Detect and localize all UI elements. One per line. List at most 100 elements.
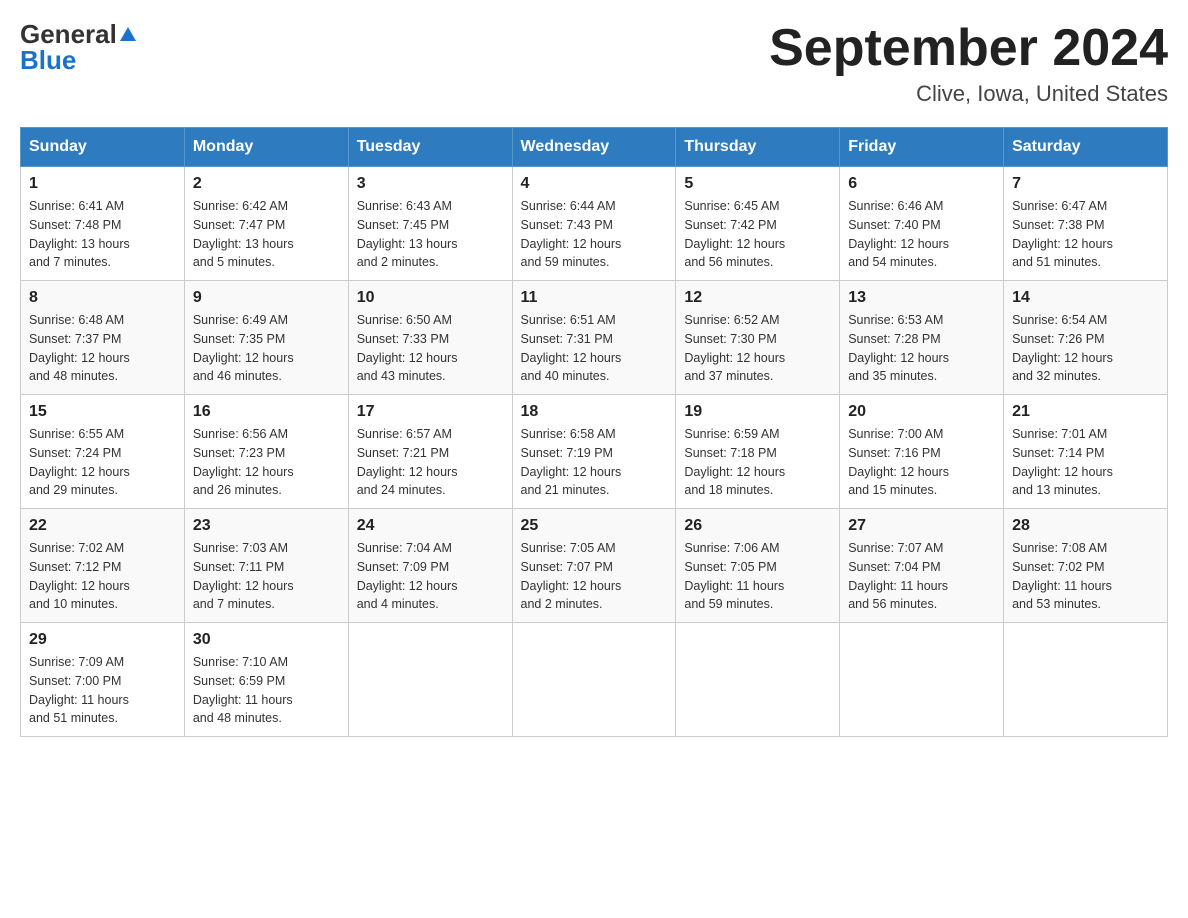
day-number: 8 <box>29 289 176 307</box>
day-info: Sunrise: 6:48 AM Sunset: 7:37 PM Dayligh… <box>29 311 176 386</box>
day-info: Sunrise: 6:58 AM Sunset: 7:19 PM Dayligh… <box>521 425 668 500</box>
day-info: Sunrise: 6:53 AM Sunset: 7:28 PM Dayligh… <box>848 311 995 386</box>
day-info: Sunrise: 7:02 AM Sunset: 7:12 PM Dayligh… <box>29 539 176 614</box>
calendar-cell: 19 Sunrise: 6:59 AM Sunset: 7:18 PM Dayli… <box>676 395 840 509</box>
day-info: Sunrise: 7:03 AM Sunset: 7:11 PM Dayligh… <box>193 539 340 614</box>
calendar-cell: 11 Sunrise: 6:51 AM Sunset: 7:31 PM Dayli… <box>512 281 676 395</box>
col-header-monday: Monday <box>184 128 348 167</box>
calendar-cell <box>348 623 512 737</box>
day-number: 9 <box>193 289 340 307</box>
day-info: Sunrise: 6:43 AM Sunset: 7:45 PM Dayligh… <box>357 197 504 272</box>
calendar-cell: 1 Sunrise: 6:41 AM Sunset: 7:48 PM Daylig… <box>21 167 185 281</box>
title-area: September 2024 Clive, Iowa, United State… <box>769 20 1168 107</box>
calendar-cell: 24Sunrise: 7:04 AM Sunset: 7:09 PM Dayli… <box>348 509 512 623</box>
calendar-cell: 22 Sunrise: 7:02 AM Sunset: 7:12 PM Dayli… <box>21 509 185 623</box>
calendar-cell: 14Sunrise: 6:54 AM Sunset: 7:26 PM Dayli… <box>1004 281 1168 395</box>
calendar-cell: 6 Sunrise: 6:46 AM Sunset: 7:40 PM Daylig… <box>840 167 1004 281</box>
day-number: 2 <box>193 175 340 193</box>
logo-blue: Blue <box>20 45 76 75</box>
calendar-table: SundayMondayTuesdayWednesdayThursdayFrid… <box>20 127 1168 737</box>
day-number: 12 <box>684 289 831 307</box>
day-info: Sunrise: 6:51 AM Sunset: 7:31 PM Dayligh… <box>521 311 668 386</box>
calendar-cell: 13 Sunrise: 6:53 AM Sunset: 7:28 PM Dayli… <box>840 281 1004 395</box>
calendar-cell: 16 Sunrise: 6:56 AM Sunset: 7:23 PM Dayli… <box>184 395 348 509</box>
calendar-cell: 5 Sunrise: 6:45 AM Sunset: 7:42 PM Daylig… <box>676 167 840 281</box>
day-number: 30 <box>193 631 340 649</box>
day-number: 17 <box>357 403 504 421</box>
day-number: 7 <box>1012 175 1159 193</box>
day-info: Sunrise: 6:55 AM Sunset: 7:24 PM Dayligh… <box>29 425 176 500</box>
calendar-cell <box>1004 623 1168 737</box>
day-info: Sunrise: 7:06 AM Sunset: 7:05 PM Dayligh… <box>684 539 831 614</box>
day-info: Sunrise: 6:41 AM Sunset: 7:48 PM Dayligh… <box>29 197 176 272</box>
day-info: Sunrise: 7:00 AM Sunset: 7:16 PM Dayligh… <box>848 425 995 500</box>
calendar-header-row: SundayMondayTuesdayWednesdayThursdayFrid… <box>21 128 1168 167</box>
day-number: 21 <box>1012 403 1159 421</box>
location-title: Clive, Iowa, United States <box>769 81 1168 107</box>
day-info: Sunrise: 6:44 AM Sunset: 7:43 PM Dayligh… <box>521 197 668 272</box>
calendar-cell <box>676 623 840 737</box>
calendar-cell: 7 Sunrise: 6:47 AM Sunset: 7:38 PM Daylig… <box>1004 167 1168 281</box>
day-number: 23 <box>193 517 340 535</box>
day-number: 22 <box>29 517 176 535</box>
col-header-sunday: Sunday <box>21 128 185 167</box>
day-info: Sunrise: 6:46 AM Sunset: 7:40 PM Dayligh… <box>848 197 995 272</box>
day-number: 16 <box>193 403 340 421</box>
day-info: Sunrise: 6:45 AM Sunset: 7:42 PM Dayligh… <box>684 197 831 272</box>
col-header-friday: Friday <box>840 128 1004 167</box>
calendar-cell: 3 Sunrise: 6:43 AM Sunset: 7:45 PM Daylig… <box>348 167 512 281</box>
day-info: Sunrise: 6:47 AM Sunset: 7:38 PM Dayligh… <box>1012 197 1159 272</box>
calendar-cell: 20 Sunrise: 7:00 AM Sunset: 7:16 PM Dayli… <box>840 395 1004 509</box>
day-number: 26 <box>684 517 831 535</box>
day-number: 6 <box>848 175 995 193</box>
calendar-week-row: 1 Sunrise: 6:41 AM Sunset: 7:48 PM Daylig… <box>21 167 1168 281</box>
day-number: 14 <box>1012 289 1159 307</box>
calendar-cell: 29 Sunrise: 7:09 AM Sunset: 7:00 PM Dayli… <box>21 623 185 737</box>
day-number: 5 <box>684 175 831 193</box>
calendar-cell: 12Sunrise: 6:52 AM Sunset: 7:30 PM Dayli… <box>676 281 840 395</box>
calendar-week-row: 29 Sunrise: 7:09 AM Sunset: 7:00 PM Dayli… <box>21 623 1168 737</box>
calendar-cell: 8 Sunrise: 6:48 AM Sunset: 7:37 PM Daylig… <box>21 281 185 395</box>
day-number: 15 <box>29 403 176 421</box>
day-info: Sunrise: 7:08 AM Sunset: 7:02 PM Dayligh… <box>1012 539 1159 614</box>
calendar-cell <box>840 623 1004 737</box>
calendar-cell: 21 Sunrise: 7:01 AM Sunset: 7:14 PM Dayli… <box>1004 395 1168 509</box>
calendar-cell: 9 Sunrise: 6:49 AM Sunset: 7:35 PM Daylig… <box>184 281 348 395</box>
calendar-week-row: 8 Sunrise: 6:48 AM Sunset: 7:37 PM Daylig… <box>21 281 1168 395</box>
day-number: 10 <box>357 289 504 307</box>
day-info: Sunrise: 7:01 AM Sunset: 7:14 PM Dayligh… <box>1012 425 1159 500</box>
day-number: 19 <box>684 403 831 421</box>
day-number: 29 <box>29 631 176 649</box>
logo: General Blue <box>20 20 137 76</box>
day-info: Sunrise: 7:09 AM Sunset: 7:00 PM Dayligh… <box>29 653 176 728</box>
day-number: 1 <box>29 175 176 193</box>
month-title: September 2024 <box>769 20 1168 77</box>
day-number: 27 <box>848 517 995 535</box>
day-number: 3 <box>357 175 504 193</box>
calendar-week-row: 22 Sunrise: 7:02 AM Sunset: 7:12 PM Dayli… <box>21 509 1168 623</box>
day-number: 13 <box>848 289 995 307</box>
calendar-cell: 15 Sunrise: 6:55 AM Sunset: 7:24 PM Dayli… <box>21 395 185 509</box>
calendar-cell: 17 Sunrise: 6:57 AM Sunset: 7:21 PM Dayli… <box>348 395 512 509</box>
calendar-cell: 23 Sunrise: 7:03 AM Sunset: 7:11 PM Dayli… <box>184 509 348 623</box>
calendar-cell: 4 Sunrise: 6:44 AM Sunset: 7:43 PM Daylig… <box>512 167 676 281</box>
calendar-cell: 25Sunrise: 7:05 AM Sunset: 7:07 PM Dayli… <box>512 509 676 623</box>
day-info: Sunrise: 6:59 AM Sunset: 7:18 PM Dayligh… <box>684 425 831 500</box>
calendar-cell: 30Sunrise: 7:10 AM Sunset: 6:59 PM Dayli… <box>184 623 348 737</box>
day-info: Sunrise: 6:57 AM Sunset: 7:21 PM Dayligh… <box>357 425 504 500</box>
day-info: Sunrise: 7:04 AM Sunset: 7:09 PM Dayligh… <box>357 539 504 614</box>
col-header-thursday: Thursday <box>676 128 840 167</box>
day-info: Sunrise: 6:49 AM Sunset: 7:35 PM Dayligh… <box>193 311 340 386</box>
page-header: General Blue September 2024 Clive, Iowa,… <box>20 20 1168 107</box>
calendar-week-row: 15 Sunrise: 6:55 AM Sunset: 7:24 PM Dayli… <box>21 395 1168 509</box>
day-info: Sunrise: 7:07 AM Sunset: 7:04 PM Dayligh… <box>848 539 995 614</box>
day-number: 4 <box>521 175 668 193</box>
day-number: 28 <box>1012 517 1159 535</box>
day-number: 25 <box>521 517 668 535</box>
day-number: 11 <box>521 289 668 307</box>
calendar-cell: 27 Sunrise: 7:07 AM Sunset: 7:04 PM Dayli… <box>840 509 1004 623</box>
day-info: Sunrise: 6:56 AM Sunset: 7:23 PM Dayligh… <box>193 425 340 500</box>
calendar-cell: 18Sunrise: 6:58 AM Sunset: 7:19 PM Dayli… <box>512 395 676 509</box>
day-number: 20 <box>848 403 995 421</box>
day-info: Sunrise: 6:50 AM Sunset: 7:33 PM Dayligh… <box>357 311 504 386</box>
